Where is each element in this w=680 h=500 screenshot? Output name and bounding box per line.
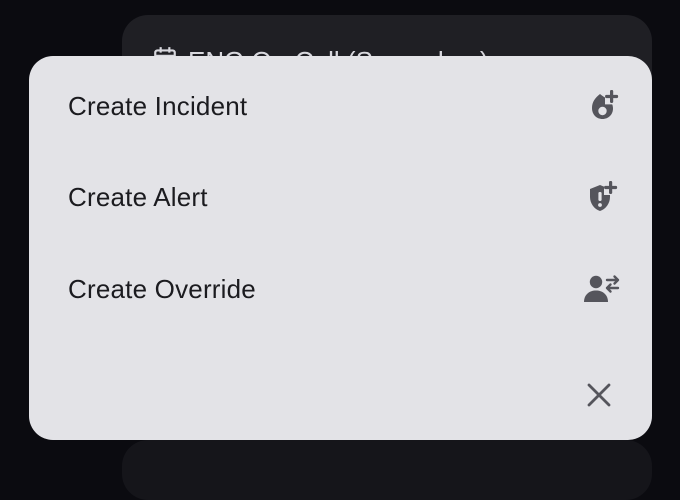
create-incident-label: Create Incident — [68, 90, 248, 121]
action-sheet: Create Incident Create Alert Create Over… — [29, 56, 652, 440]
close-icon — [586, 382, 612, 413]
background-card-bottom — [122, 440, 652, 500]
incident-add-icon — [582, 86, 622, 126]
create-alert-button[interactable]: Create Alert — [29, 161, 652, 233]
close-button[interactable] — [581, 377, 617, 417]
create-override-button[interactable]: Create Override — [29, 253, 652, 325]
create-incident-button[interactable]: Create Incident — [29, 70, 652, 142]
create-alert-label: Create Alert — [68, 181, 208, 212]
person-swap-icon — [582, 269, 622, 309]
alert-shield-add-icon — [582, 177, 622, 217]
create-override-label: Create Override — [68, 273, 256, 304]
